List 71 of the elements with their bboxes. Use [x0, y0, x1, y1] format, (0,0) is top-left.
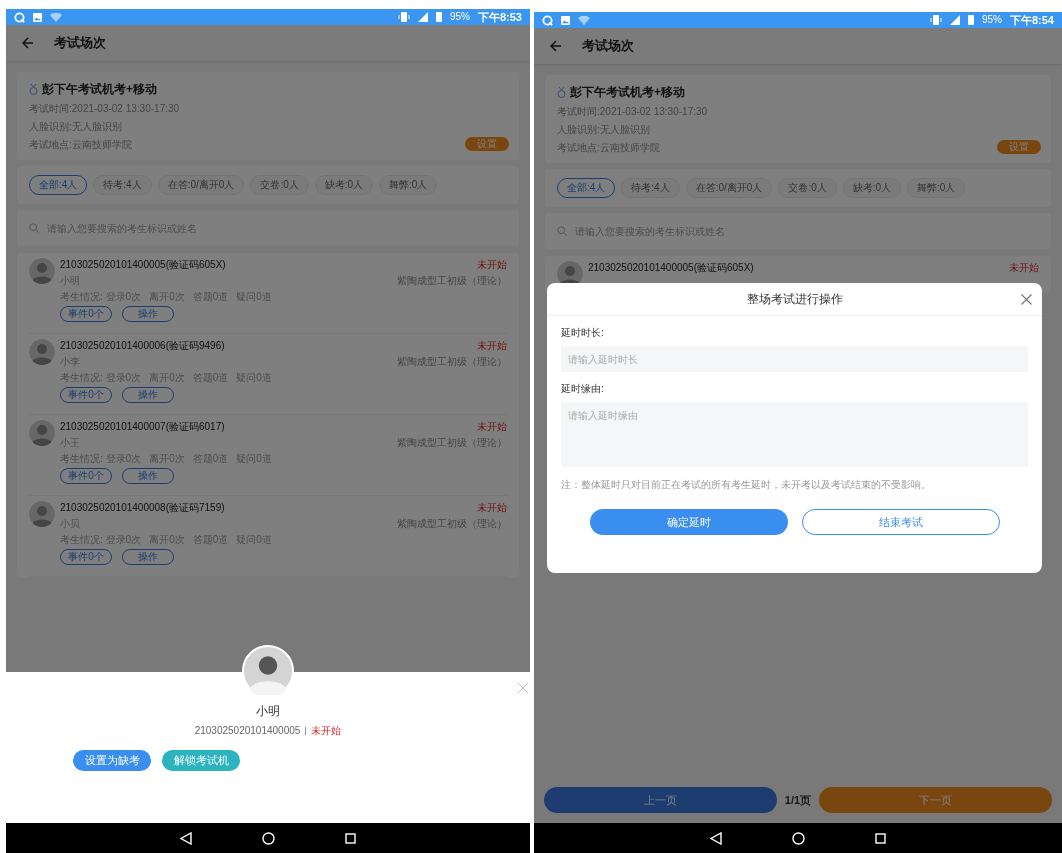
- vibrate-icon: [397, 12, 410, 22]
- next-page-button[interactable]: 下一页: [819, 787, 1052, 813]
- status-text: 未开始: [477, 339, 507, 352]
- search-icon: [29, 223, 39, 233]
- reason-field[interactable]: 请输入延时缘由: [561, 402, 1028, 467]
- wifi-icon: [578, 15, 590, 25]
- recents-icon[interactable]: [345, 832, 356, 844]
- search-icon: [557, 226, 567, 236]
- medal-icon: [29, 83, 38, 95]
- app-icon: [14, 11, 25, 23]
- student-name: 小明: [256, 703, 280, 720]
- avatar-icon: [29, 339, 55, 365]
- medal-icon: [557, 86, 566, 98]
- filter-chip[interactable]: 缺考:0人: [842, 178, 902, 198]
- filter-chip[interactable]: 待考:4人: [621, 178, 680, 198]
- battery-icon: [435, 12, 442, 22]
- page-title: 考试场次: [582, 37, 634, 56]
- vibrate-icon: [929, 15, 942, 25]
- filter-chip[interactable]: 在答:0/离开0人: [157, 175, 245, 195]
- status-text: 未开始: [477, 501, 507, 514]
- status-text: 未开始: [1009, 261, 1039, 274]
- note-text: 注：整体延时只对目前正在考试的所有考生延时，未开考以及考试结束的不受影响。: [561, 479, 932, 491]
- app-icon: [542, 14, 553, 26]
- avatar-icon: [29, 420, 55, 446]
- dialog-button[interactable]: 结束考试: [801, 509, 1000, 535]
- dialog-button[interactable]: 确定延时: [589, 509, 788, 535]
- image-icon: [33, 12, 42, 22]
- student-id: 2103025020101400008(验证码7159): [60, 501, 226, 514]
- filter-chip[interactable]: 交卷:0人: [778, 178, 837, 198]
- signal-icon: [949, 15, 960, 25]
- student-id: 2103025020101400005(验证码605X): [588, 261, 755, 274]
- previous-page-button[interactable]: 上一页: [544, 787, 777, 813]
- filter-chip[interactable]: 交卷:0人: [250, 175, 309, 195]
- duration-field[interactable]: 请输入延时时长: [561, 346, 1028, 372]
- dialog-title: 整场考试进行操作: [746, 291, 843, 308]
- avatar-icon: [29, 258, 55, 284]
- avatar-icon: [29, 501, 55, 527]
- filter-chip[interactable]: 舞弊:0人: [379, 175, 438, 195]
- home-icon[interactable]: [262, 831, 275, 845]
- settings-button[interactable]: 设置: [997, 140, 1041, 154]
- settings-button[interactable]: 设置: [465, 137, 509, 151]
- student-id: 2103025020101400006(验证码9496): [60, 339, 226, 352]
- battery-percent: 95%: [981, 15, 1002, 25]
- wifi-icon: [50, 12, 62, 22]
- status-text: 未开始: [477, 258, 507, 271]
- filter-chip[interactable]: 在答:0/离开0人: [685, 178, 773, 198]
- page-indicator: 1/1页: [784, 792, 812, 808]
- battery-icon: [967, 15, 974, 25]
- filter-chip[interactable]: 待考:4人: [93, 175, 152, 195]
- student-id: 2103025020101400007(验证码6017): [60, 420, 226, 433]
- sheet-button[interactable]: 解锁考试机: [162, 750, 240, 771]
- home-icon[interactable]: [792, 831, 805, 845]
- page-title: 考试场次: [54, 34, 106, 53]
- image-icon: [561, 15, 570, 25]
- clock-time: 下午8:53: [477, 11, 522, 23]
- signal-icon: [417, 12, 428, 22]
- status-text: 未开始: [311, 724, 342, 738]
- exam-title: 彭下午考试机考+移动: [42, 81, 157, 98]
- recents-icon[interactable]: [875, 832, 886, 844]
- status-text: 未开始: [477, 420, 507, 433]
- battery-percent: 95%: [449, 12, 470, 22]
- field-label: 延时时长:: [561, 326, 605, 340]
- clock-time: 下午8:54: [1009, 14, 1054, 26]
- student-id: 2103025020101400005: [194, 724, 301, 738]
- exam-title: 彭下午考试机考+移动: [570, 84, 685, 101]
- filter-chip[interactable]: 舞弊:0人: [907, 178, 966, 198]
- student-id: 2103025020101400005(验证码605X): [60, 258, 227, 271]
- filter-chip[interactable]: 缺考:0人: [314, 175, 374, 195]
- close-icon[interactable]: [1021, 294, 1032, 305]
- field-label: 延时缘由:: [561, 382, 605, 396]
- sheet-button[interactable]: 设置为缺考: [73, 750, 151, 771]
